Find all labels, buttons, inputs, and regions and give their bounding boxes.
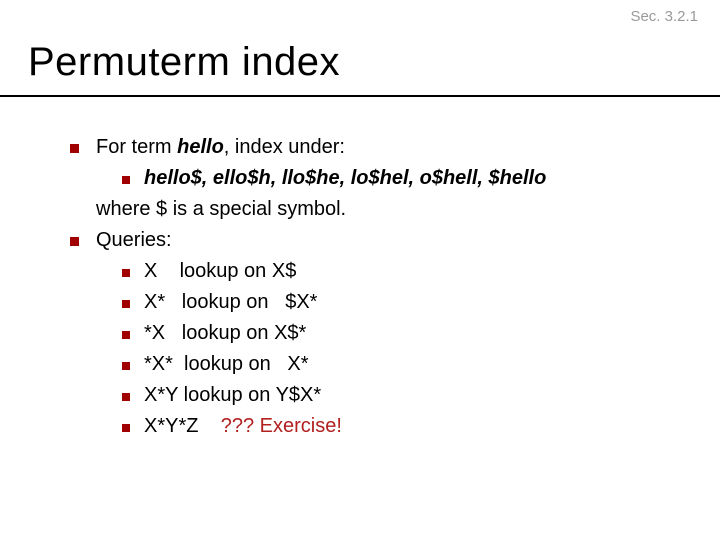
list-item: hello$, ello$h, llo$he, lo$hel, o$hell, … bbox=[122, 164, 680, 193]
text: For term bbox=[96, 136, 177, 158]
content-area: For term hello, index under: hello$, ell… bbox=[0, 97, 720, 441]
list-item: Queries: X lookup on X$ X* lookup on $X*… bbox=[70, 226, 680, 441]
query-row: X* lookup on $X* bbox=[122, 288, 680, 317]
query-row: X lookup on X$ bbox=[122, 257, 680, 286]
page-title: Permuterm index bbox=[28, 40, 720, 85]
queries-label: Queries: bbox=[96, 229, 172, 251]
bullet-list: For term hello, index under: hello$, ell… bbox=[70, 133, 680, 441]
query-row: *X* lookup on X* bbox=[122, 350, 680, 379]
query-row: *X lookup on X$* bbox=[122, 319, 680, 348]
query-row: X*Y*Z ??? Exercise! bbox=[122, 412, 680, 441]
queries-list: X lookup on X$ X* lookup on $X* *X looku… bbox=[122, 257, 680, 441]
title-area: Permuterm index bbox=[0, 0, 720, 89]
text: , index under: bbox=[224, 136, 345, 158]
slide: { "section_label": "Sec. 3.2.1", "title"… bbox=[0, 0, 720, 540]
exercise-note: ??? Exercise! bbox=[221, 415, 342, 437]
where-note: where $ is a special symbol. bbox=[96, 195, 680, 224]
list-item: For term hello, index under: hello$, ell… bbox=[70, 133, 680, 224]
query-prefix: X*Y*Z bbox=[144, 415, 221, 437]
section-label: Sec. 3.2.1 bbox=[630, 8, 698, 25]
term-hello: hello bbox=[177, 136, 224, 158]
sub-list: hello$, ello$h, llo$he, lo$hel, o$hell, … bbox=[122, 164, 680, 193]
permuterm-rotations: hello$, ello$h, llo$he, lo$hel, o$hell, … bbox=[144, 167, 546, 189]
query-row: X*Y lookup on Y$X* bbox=[122, 381, 680, 410]
